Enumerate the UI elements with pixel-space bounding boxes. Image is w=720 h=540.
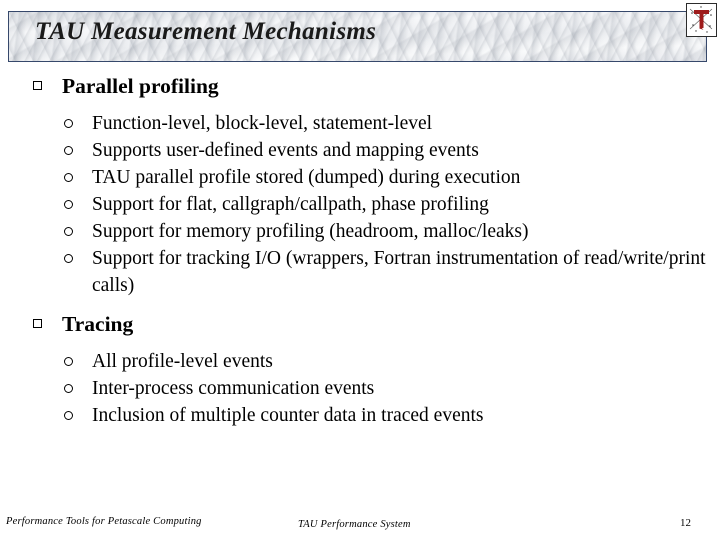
bullet-level1-label: Tracing (62, 312, 134, 336)
bullet-level1-parallel-profiling: Parallel profiling (0, 72, 720, 100)
footer-center-text: TAU Performance System (298, 519, 411, 530)
hollow-circle-bullet-icon (64, 254, 73, 263)
hollow-square-bullet-icon (33, 81, 42, 90)
hollow-circle-bullet-icon (64, 227, 73, 236)
bullet-level2-item: TAU parallel profile stored (dumped) dur… (0, 164, 720, 191)
bullet-level2-item: Function-level, block-level, statement-l… (0, 110, 720, 137)
bullet-level2-label: Support for memory profiling (headroom, … (92, 221, 529, 242)
bullet-level2-item: Inter-process communication events (0, 375, 720, 402)
bullet-level2-label: TAU parallel profile stored (dumped) dur… (92, 167, 521, 188)
bullet-level2-label: Function-level, block-level, statement-l… (92, 113, 433, 134)
bullet-level2-label: Inter-process communication events (92, 378, 375, 399)
tau-logo-icon (686, 3, 717, 37)
bullet-level2-label: Supports user-defined events and mapping… (92, 140, 479, 161)
hollow-circle-bullet-icon (64, 357, 73, 366)
bullet-level1-tracing: Tracing (0, 310, 720, 338)
hollow-square-bullet-icon (33, 319, 42, 328)
page-title: TAU Measurement Mechanisms (35, 18, 377, 45)
hollow-circle-bullet-icon (64, 384, 73, 393)
slide-content: Parallel profiling Function-level, block… (0, 72, 720, 429)
bullet-level2-label: Inclusion of multiple counter data in tr… (92, 405, 484, 426)
slide-title-banner: TAU Measurement Mechanisms (8, 11, 707, 62)
footer-left-text: Performance Tools for Petascale Computin… (6, 516, 202, 527)
bullet-level2-label: All profile-level events (92, 351, 273, 372)
bullet-level2-item: Inclusion of multiple counter data in tr… (0, 402, 720, 429)
bullet-level2-item: Support for flat, callgraph/callpath, ph… (0, 191, 720, 218)
bullet-level2-item: Support for tracking I/O (wrappers, Fort… (0, 245, 720, 299)
bullet-level2-item: All profile-level events (0, 348, 720, 375)
hollow-circle-bullet-icon (64, 411, 73, 420)
bullet-level1-label: Parallel profiling (62, 74, 219, 98)
hollow-circle-bullet-icon (64, 146, 73, 155)
bullet-level2-item: Supports user-defined events and mapping… (0, 137, 720, 164)
bullet-level2-label: Support for flat, callgraph/callpath, ph… (92, 194, 489, 215)
bullet-level2-label: Support for tracking I/O (wrappers, Fort… (92, 248, 706, 296)
page-number: 12 (680, 517, 691, 529)
hollow-circle-bullet-icon (64, 200, 73, 209)
slide-footer: Performance Tools for Petascale Computin… (0, 516, 720, 536)
hollow-circle-bullet-icon (64, 173, 73, 182)
bullet-level2-item: Support for memory profiling (headroom, … (0, 218, 720, 245)
hollow-circle-bullet-icon (64, 119, 73, 128)
